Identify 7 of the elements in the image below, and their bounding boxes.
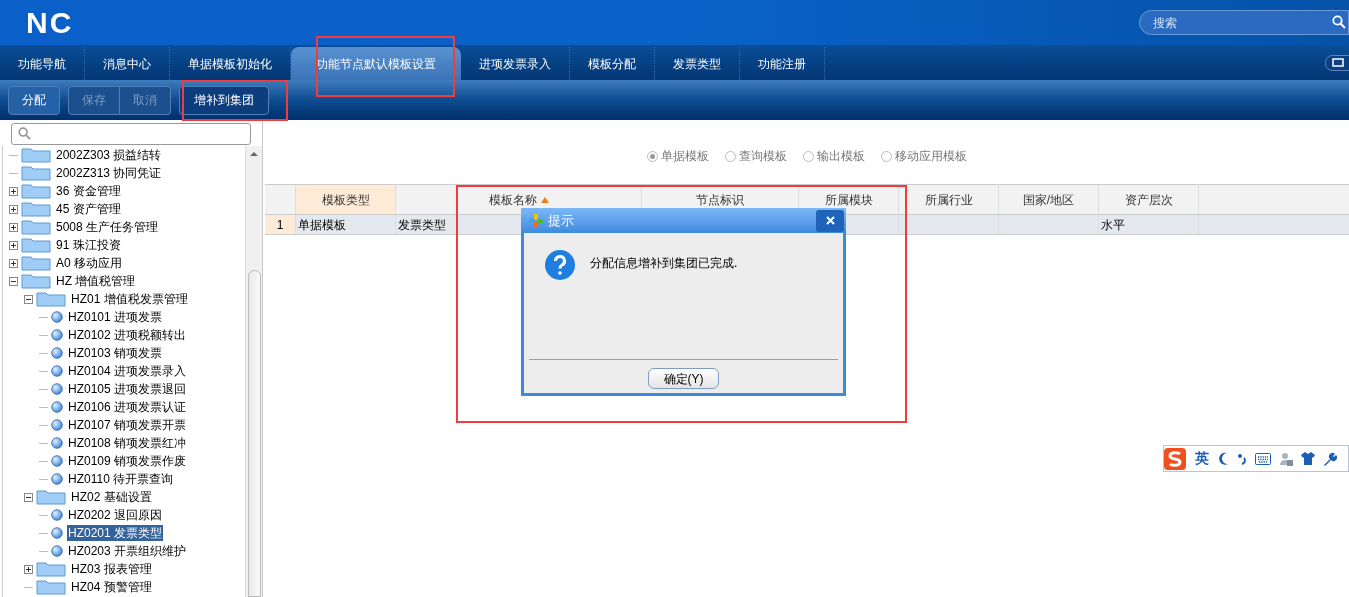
dialog-message: 分配信息增补到集团已完成. [590,255,738,272]
table-cell-text: 单据模板 [298,216,346,234]
row-number: 1 [265,215,296,234]
table-cell-text: 发票类型 [398,216,446,234]
table-cell-text: 水平 [1101,216,1125,234]
dialog-title: 提示 [548,211,574,230]
logo: NC [26,7,74,38]
